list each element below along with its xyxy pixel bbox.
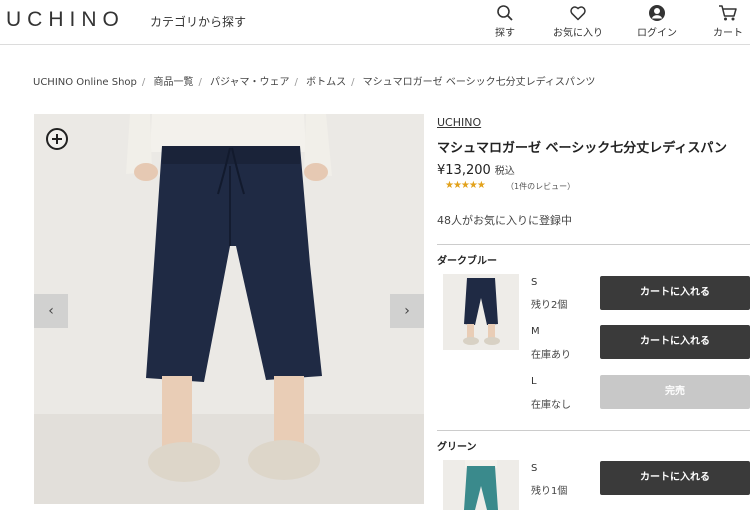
brand-link[interactable]: UCHINO (437, 116, 481, 129)
zoom-icon[interactable] (46, 128, 68, 150)
nav-search[interactable]: 探す (475, 4, 535, 39)
color-thumbnail-darkblue (443, 274, 519, 350)
stock-status: 残り2個 (531, 300, 568, 311)
breadcrumb-item-shop[interactable]: UCHINO Online Shop (33, 77, 137, 88)
nav-login[interactable]: ログイン (627, 4, 687, 39)
breadcrumb-separator: / (198, 77, 202, 88)
stock-status: 残り1個 (531, 486, 568, 497)
size-label: M (531, 326, 540, 337)
thumbnail-image (443, 460, 519, 510)
size-label: S (531, 277, 538, 288)
product-photo (34, 114, 424, 504)
product-price: ¥13,200 税込 (437, 162, 515, 178)
add-to-cart-button[interactable]: カートに入れる (600, 325, 750, 359)
sold-out-button: 完売 (600, 375, 750, 409)
color-thumbnail-green (443, 460, 519, 510)
size-label: L (531, 376, 537, 387)
breadcrumb-item-current: マシュマロガーゼ ベーシック七分丈レディスパンツ (362, 77, 596, 88)
search-icon (497, 5, 513, 21)
stock-status: 在庫なし (531, 400, 571, 411)
breadcrumb-item-pajama[interactable]: パジャマ・ウェア (210, 77, 290, 88)
category-search-link[interactable]: カテゴリから探す (150, 13, 246, 30)
nav-favorites-label: お気に入り (553, 28, 603, 39)
user-icon (649, 5, 665, 21)
nav-login-label: ログイン (637, 28, 677, 39)
site-logo[interactable]: UCHINO (6, 8, 125, 32)
color-heading-darkblue: ダークブルー (437, 244, 750, 267)
tax-label: 税込 (494, 166, 515, 177)
site-header: UCHINO カテゴリから探す 探す お気に入り ログイン カート (0, 0, 750, 45)
breadcrumb-separator: / (351, 77, 355, 88)
breadcrumb-item-products[interactable]: 商品一覧 (153, 77, 193, 88)
thumbnail-image (443, 274, 519, 350)
nav-search-label: 探す (495, 28, 515, 39)
gallery-prev-button[interactable]: ‹ (34, 294, 68, 328)
gallery-next-button[interactable]: › (390, 294, 424, 328)
nav-cart-label: カート (713, 28, 743, 39)
review-count-link[interactable]: （1件のレビュー） (506, 181, 575, 192)
add-to-cart-button[interactable]: カートに入れる (600, 461, 750, 495)
nav-cart[interactable]: カート (698, 4, 750, 39)
product-image-gallery[interactable]: ‹ › (34, 114, 424, 504)
nav-favorites[interactable]: お気に入り (548, 4, 608, 39)
breadcrumb: UCHINO Online Shop / 商品一覧 / パジャマ・ウェア / ボトムス… (33, 73, 595, 88)
color-heading-green: グリーン (437, 430, 750, 453)
product-title: マシュマロガーゼ ベーシック七分丈レディスパン (437, 141, 728, 156)
price-value: ¥13,200 (437, 163, 491, 178)
rating-stars: ★★★★★ (445, 180, 486, 191)
size-label: S (531, 463, 538, 474)
heart-icon (570, 6, 586, 21)
breadcrumb-item-bottoms[interactable]: ボトムス (306, 77, 346, 88)
favorites-count: 48人がお気に入りに登録中 (437, 214, 572, 227)
breadcrumb-separator: / (294, 77, 298, 88)
add-to-cart-button[interactable]: カートに入れる (600, 276, 750, 310)
cart-icon (719, 5, 737, 21)
stock-status: 在庫あり (531, 350, 571, 361)
breadcrumb-separator: / (141, 77, 146, 88)
